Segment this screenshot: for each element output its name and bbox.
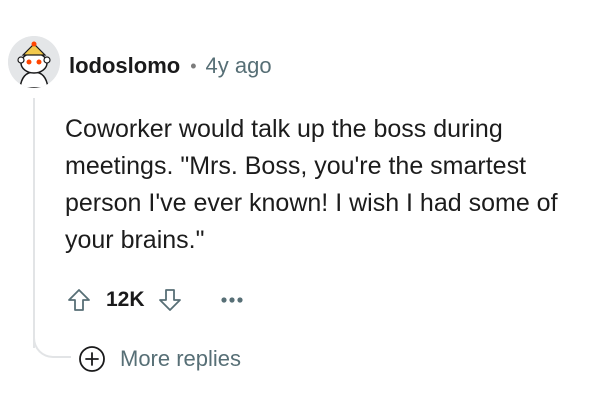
thread-line — [33, 98, 35, 348]
vote-score: 12K — [106, 288, 145, 311]
comment-header: lodoslomo • 4y ago — [69, 52, 272, 80]
upvote-arrow-icon — [68, 289, 90, 311]
downvote-button[interactable] — [157, 287, 183, 313]
thread-connector — [33, 320, 71, 358]
comment-age: 4y ago — [205, 53, 272, 78]
comment-actions: 12K — [66, 285, 245, 315]
separator-dot: • — [190, 55, 197, 76]
username[interactable]: lodoslomo — [69, 53, 180, 79]
comment-body: Coworker would talk up the boss during m… — [65, 115, 558, 254]
overflow-menu-button[interactable] — [219, 295, 245, 305]
avatar[interactable] — [8, 36, 60, 88]
more-replies-label: More replies — [120, 346, 242, 371]
upvote-button[interactable] — [66, 287, 92, 313]
more-replies-button[interactable]: More replies — [78, 344, 241, 374]
plus-circle-icon — [79, 346, 105, 372]
more-options-icon — [220, 297, 243, 303]
downvote-arrow-icon — [158, 289, 181, 311]
